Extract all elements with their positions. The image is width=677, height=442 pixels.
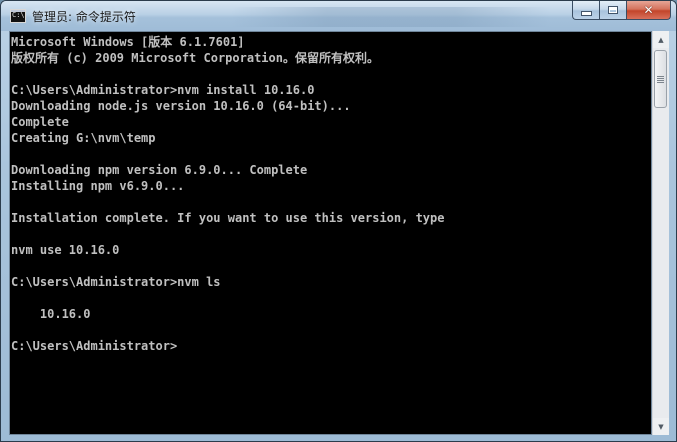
scroll-up-button[interactable]: ▲ [653, 31, 669, 48]
console-line: 10.16.0 [11, 307, 91, 321]
window-title: 管理员: 命令提示符 [32, 10, 136, 24]
console-line: C:\Users\Administrator>nvm install 10.16… [11, 83, 315, 97]
maximize-button[interactable] [599, 1, 626, 20]
console-line: 版权所有 (c) 2009 Microsoft Corporation。保留所有… [11, 51, 379, 65]
console-line: nvm use 10.16.0 [11, 243, 120, 257]
console-text: Microsoft Windows [版本 6.1.7601] 版权所有 (c) … [10, 32, 651, 354]
close-button[interactable]: ✕ [626, 1, 671, 20]
maximize-icon [608, 6, 618, 14]
vertical-scrollbar[interactable]: ▲ ▼ [652, 31, 669, 435]
title-bar-glass [231, 7, 551, 27]
console-line: Downloading node.js version 10.16.0 (64-… [11, 99, 351, 113]
window-controls: ✕ [572, 1, 671, 20]
grip-icon [657, 75, 664, 83]
console-app-icon[interactable]: C:\ [10, 9, 26, 23]
command-prompt-window: C:\ 管理员: 命令提示符 ✕ Microsoft Windows [版本 6… [0, 0, 677, 442]
console-output[interactable]: Microsoft Windows [版本 6.1.7601] 版权所有 (c) … [9, 31, 652, 435]
scroll-up-icon: ▲ [658, 35, 664, 44]
console-line: Microsoft Windows [版本 6.1.7601] [11, 35, 245, 49]
console-line: Creating G:\nvm\temp [11, 131, 156, 145]
console-line: C:\Users\Administrator> [11, 339, 178, 353]
scroll-down-icon: ▼ [658, 422, 664, 431]
scrollbar-thumb[interactable] [654, 50, 667, 108]
close-icon: ✕ [643, 3, 654, 17]
console-line: Complete [11, 115, 69, 129]
scroll-down-button[interactable]: ▼ [653, 418, 669, 435]
console-line: C:\Users\Administrator>nvm ls [11, 275, 221, 289]
console-line: Downloading npm version 6.9.0... Complet… [11, 163, 308, 177]
console-line: Installing npm v6.9.0... [11, 179, 185, 193]
title-bar[interactable]: C:\ 管理员: 命令提示符 ✕ [1, 1, 676, 31]
minimize-icon [580, 11, 592, 16]
console-line: Installation complete. If you want to us… [11, 211, 445, 225]
minimize-button[interactable] [572, 1, 599, 20]
